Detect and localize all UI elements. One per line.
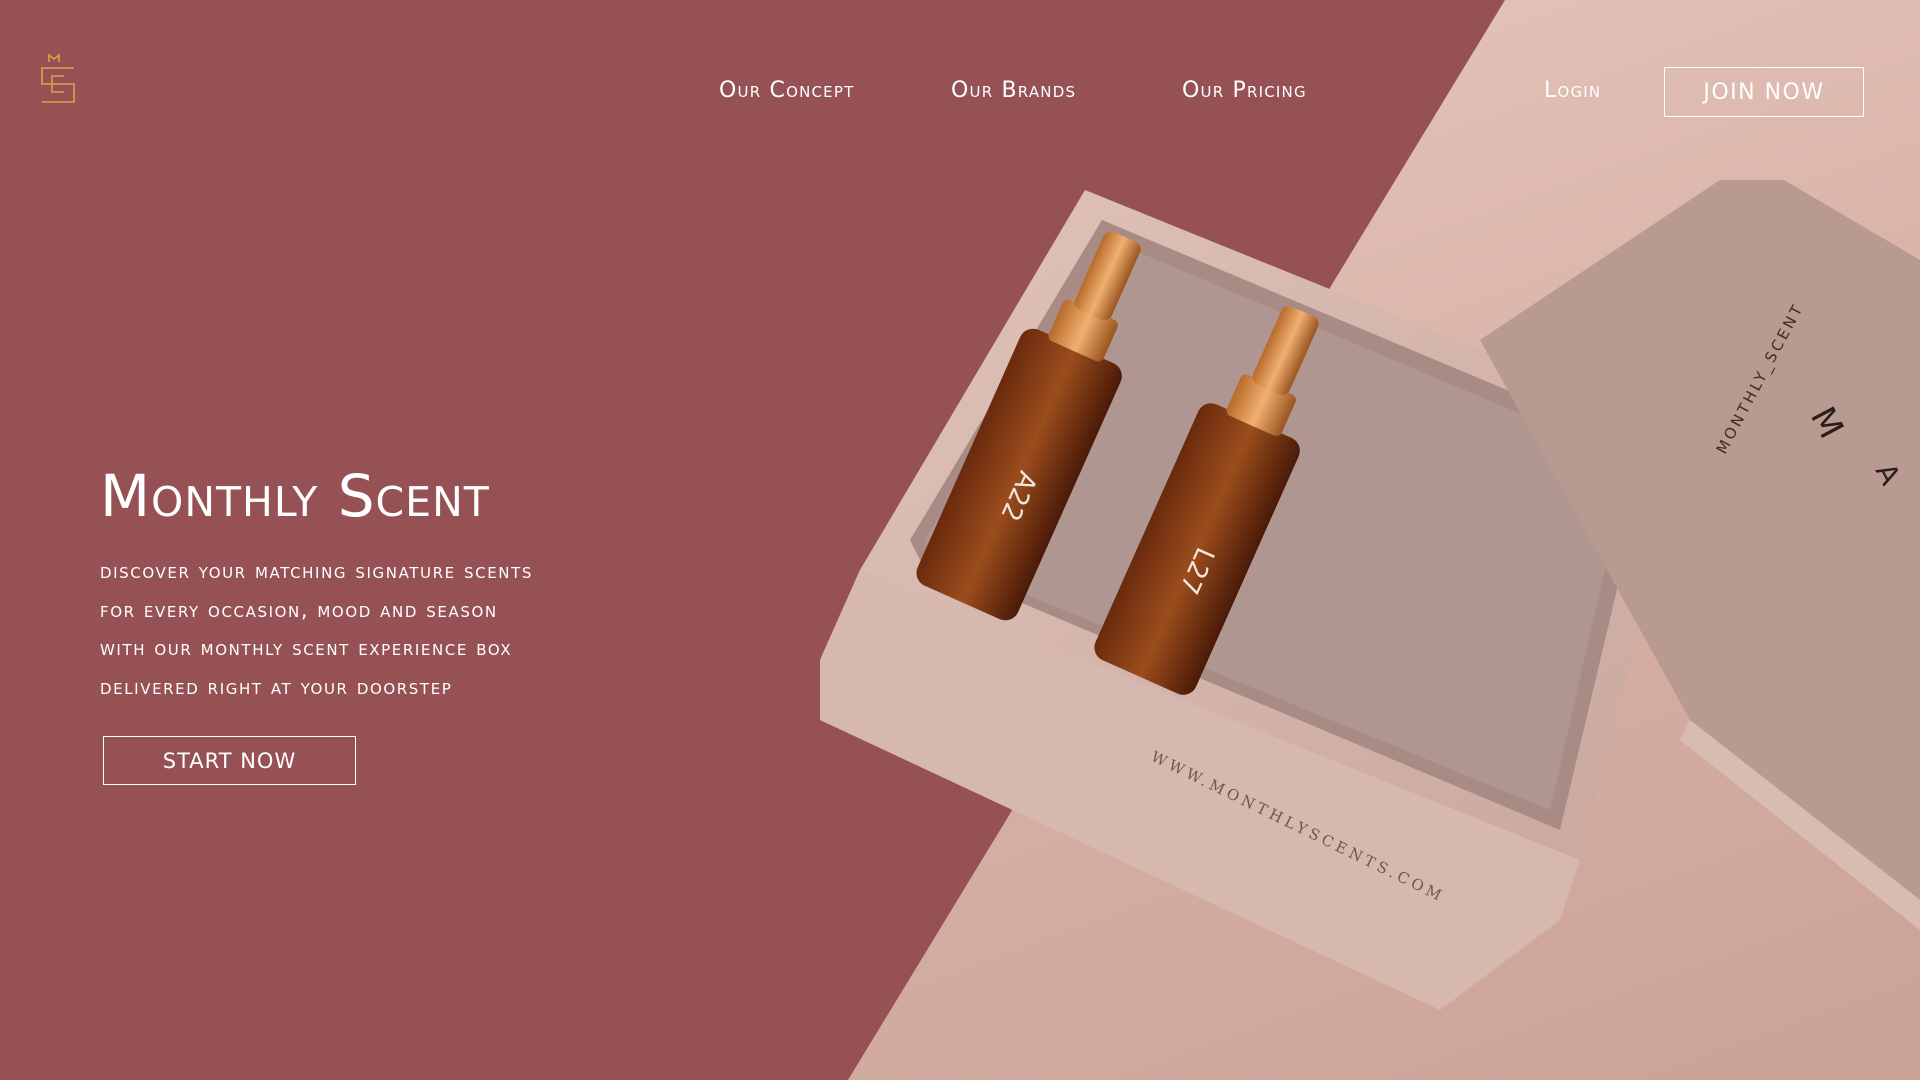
hero-title: Monthly Scent — [100, 462, 490, 530]
hero-line: discover your matching signature scents — [100, 559, 533, 583]
nav-link-our-concept[interactable]: Our Concept — [719, 78, 854, 103]
hero-line: with our monthly scent experience box — [100, 636, 513, 660]
product-box-image: WWW.MONTHLYSCENTS.COM A22 L27 MONTHLY_SC… — [820, 180, 1920, 1010]
login-link[interactable]: Login — [1544, 78, 1601, 103]
hero-line: delivered right at your doorstep — [100, 674, 453, 699]
hero-description: discover your matching signature scents … — [100, 552, 533, 706]
start-now-button[interactable]: START NOW — [103, 736, 356, 785]
top-nav: Our Concept Our Brands Our Pricing Login — [0, 78, 1920, 108]
nav-link-our-brands[interactable]: Our Brands — [951, 78, 1076, 103]
join-now-button[interactable]: JOIN NOW — [1664, 67, 1864, 117]
nav-link-our-pricing[interactable]: Our Pricing — [1182, 78, 1307, 103]
hero-line: for every occasion, mood and season — [100, 597, 498, 622]
hero-section: Monthly Scent discover your matching sig… — [100, 462, 533, 706]
